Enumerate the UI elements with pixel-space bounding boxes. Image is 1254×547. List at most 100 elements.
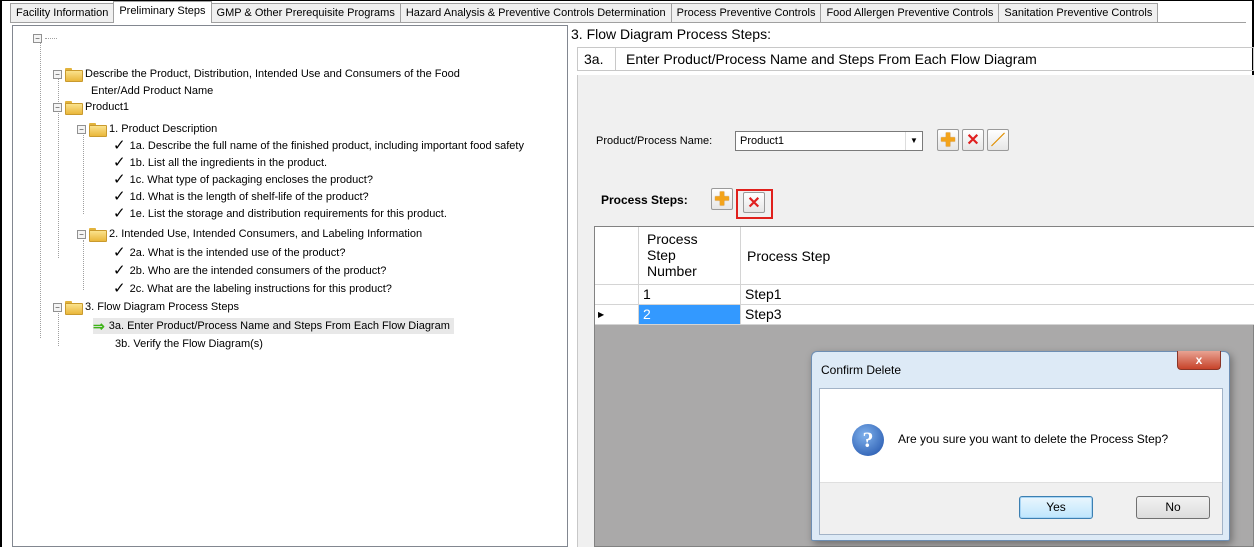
tab-sanitation-controls[interactable]: Sanitation Preventive Controls — [998, 3, 1159, 22]
no-button[interactable]: No — [1136, 496, 1210, 519]
arrow-right-icon: ⇒ — [93, 318, 105, 334]
question-icon: ? — [852, 424, 884, 456]
header-line: Step — [647, 247, 676, 263]
tree-line — [83, 132, 84, 214]
tree-node-3b[interactable]: 3b. Verify the Flow Diagram(s) — [115, 336, 263, 352]
check-icon: ✓ — [113, 154, 126, 171]
tree-view[interactable]: − − Describe the Product, Distribution, … — [12, 25, 568, 547]
tree-node-label: 1c. What type of packaging encloses the … — [129, 174, 373, 186]
step-number: 3a. — [578, 48, 616, 70]
tree-node-label: 2c. What are the labeling instructions f… — [129, 283, 392, 295]
tree-node-product1[interactable]: − Product1 — [53, 99, 129, 115]
tree-line — [45, 38, 57, 39]
dialog-body: ? Are you sure you want to delete the Pr… — [819, 388, 1223, 535]
collapse-icon[interactable]: − — [53, 302, 62, 312]
pencil-icon: ／ — [991, 132, 1005, 148]
tab-facility-information[interactable]: Facility Information — [10, 3, 115, 22]
tree-node-intended-use[interactable]: − 2. Intended Use, Intended Consumers, a… — [77, 226, 422, 242]
tree-node-label: 1b. List all the ingredients in the prod… — [129, 157, 328, 169]
tab-strip: Facility Information Preliminary Steps G… — [10, 1, 1246, 23]
collapse-icon[interactable]: − — [33, 33, 42, 43]
plus-icon: ✚ — [940, 129, 956, 150]
yes-button[interactable]: Yes — [1019, 496, 1093, 519]
tree-node-label: 1e. List the storage and distribution re… — [129, 208, 447, 220]
check-icon: ✓ — [113, 205, 126, 222]
tree-node-2a[interactable]: ✓ 2a. What is the intended use of the pr… — [113, 245, 345, 261]
cell-process-step[interactable]: Step1 — [741, 285, 1254, 305]
header-line: Process — [647, 231, 698, 247]
cell-step-number-selected[interactable]: 2 — [639, 305, 741, 325]
plus-icon: ✚ — [714, 188, 730, 209]
tree-node-flow[interactable]: − 3. Flow Diagram Process Steps — [53, 299, 239, 315]
cell-step-number[interactable]: 1 — [639, 285, 741, 305]
folder-icon — [89, 123, 107, 137]
tab-hazard-analysis[interactable]: Hazard Analysis & Preventive Controls De… — [399, 3, 672, 22]
row-header[interactable] — [595, 285, 639, 305]
tree-node-label: 2a. What is the intended use of the prod… — [129, 247, 346, 259]
tree-node-2b[interactable]: ✓ 2b. Who are the intended consumers of … — [113, 263, 386, 279]
process-steps-label: Process Steps: — [601, 193, 688, 207]
tree-node-product-description[interactable]: − 1. Product Description — [77, 121, 217, 137]
product-name-select[interactable]: Product1 ▼ — [735, 131, 923, 151]
tree-node-label: Product1 — [85, 101, 130, 113]
dialog-close-button[interactable]: x — [1177, 351, 1221, 370]
confirm-delete-dialog: Confirm Delete x ? Are you sure you want… — [811, 351, 1230, 541]
delete-product-button[interactable]: ✕ — [962, 129, 984, 151]
row-header-corner — [595, 227, 639, 285]
column-header-step-number[interactable]: Process Step Number — [639, 227, 741, 285]
tree-node-enter-add[interactable]: Enter/Add Product Name — [91, 83, 213, 99]
tree-root[interactable]: − — [33, 30, 57, 46]
section-heading: 3. Flow Diagram Process Steps: — [571, 26, 771, 42]
collapse-icon[interactable]: − — [77, 229, 86, 239]
row-header-current[interactable]: ▶ — [595, 305, 639, 325]
product-name-label: Product/Process Name: — [596, 135, 713, 147]
step-title-box: 3a. Enter Product/Process Name and Steps… — [577, 47, 1254, 71]
tree-node-label: 2b. Who are the intended consumers of th… — [129, 265, 387, 277]
folder-icon — [65, 101, 83, 115]
dialog-title: Confirm Delete — [821, 363, 902, 377]
check-icon: ✓ — [113, 244, 126, 261]
tree-node-describe[interactable]: − Describe the Product, Distribution, In… — [53, 66, 460, 82]
tab-preliminary-steps[interactable]: Preliminary Steps — [113, 1, 212, 23]
tree-node-label: 1a. Describe the full name of the finish… — [129, 140, 524, 152]
tree-node-1a[interactable]: ✓ 1a. Describe the full name of the fini… — [113, 138, 524, 154]
folder-icon — [65, 301, 83, 315]
tree-node-1d[interactable]: ✓ 1d. What is the length of shelf-life o… — [113, 189, 369, 205]
edit-product-button[interactable]: ／ — [987, 129, 1009, 151]
column-header-process-step[interactable]: Process Step — [741, 227, 1254, 285]
add-process-step-button[interactable]: ✚ — [711, 188, 733, 210]
tree-node-2c[interactable]: ✓ 2c. What are the labeling instructions… — [113, 281, 392, 297]
tree-line — [58, 310, 59, 346]
dialog-message: Are you sure you want to delete the Proc… — [898, 432, 1169, 446]
tab-process-preventive-controls[interactable]: Process Preventive Controls — [670, 3, 822, 22]
tree-node-label: Describe the Product, Distribution, Inte… — [85, 68, 460, 80]
tree-node-label: 3b. Verify the Flow Diagram(s) — [115, 338, 263, 350]
tree-node-1b[interactable]: ✓ 1b. List all the ingredients in the pr… — [113, 155, 327, 171]
tree-node-3a[interactable]: ⇒ 3a. Enter Product/Process Name and Ste… — [93, 318, 454, 334]
collapse-icon[interactable]: − — [77, 124, 86, 134]
collapse-icon[interactable]: − — [53, 69, 62, 79]
folder-icon — [65, 68, 83, 82]
tree-node-1e[interactable]: ✓ 1e. List the storage and distribution … — [113, 206, 447, 222]
cell-process-step[interactable]: Step3 — [741, 305, 1254, 325]
check-icon: ✓ — [113, 280, 126, 297]
tree-node-label: 3. Flow Diagram Process Steps — [85, 301, 240, 313]
add-product-button[interactable]: ✚ — [937, 129, 959, 151]
folder-icon — [89, 228, 107, 242]
tree-line — [40, 38, 41, 338]
tab-gmp-prerequisite[interactable]: GMP & Other Prerequisite Programs — [210, 3, 401, 22]
check-icon: ✓ — [113, 188, 126, 205]
check-icon: ✓ — [113, 171, 126, 188]
header-line: Number — [647, 263, 697, 279]
tab-food-allergen-controls[interactable]: Food Allergen Preventive Controls — [820, 3, 1000, 22]
chevron-down-icon[interactable]: ▼ — [905, 132, 922, 150]
tree-node-1c[interactable]: ✓ 1c. What type of packaging encloses th… — [113, 172, 373, 188]
tree-line — [83, 240, 84, 290]
check-icon: ✓ — [113, 137, 126, 154]
product-name-value: Product1 — [740, 135, 785, 147]
dialog-button-bar: Yes No — [820, 482, 1222, 534]
collapse-icon[interactable]: − — [53, 102, 62, 112]
close-icon: ✕ — [966, 132, 980, 149]
tree-node-label: 2. Intended Use, Intended Consumers, and… — [109, 228, 423, 240]
highlight-box — [736, 189, 773, 219]
